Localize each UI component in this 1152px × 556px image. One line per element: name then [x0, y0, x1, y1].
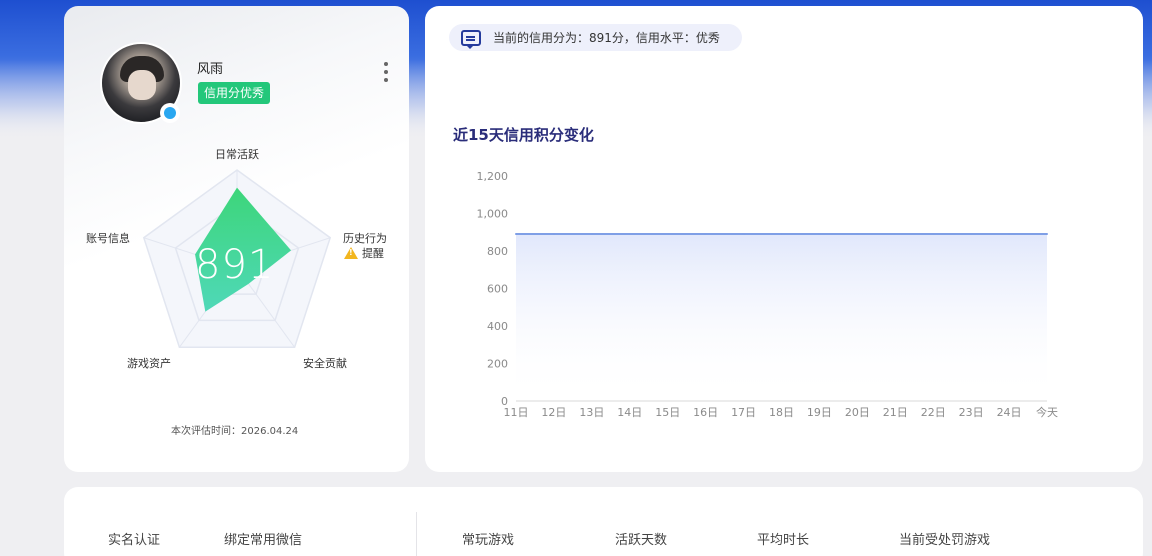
y-tick-label: 600 — [487, 283, 508, 296]
avatar-face — [128, 70, 156, 100]
data-point[interactable] — [818, 232, 821, 235]
x-tick-label: 20日 — [845, 406, 870, 419]
radar-label-account-info: 账号信息 — [86, 232, 130, 245]
credit-score: 891 — [195, 242, 275, 288]
data-point[interactable] — [704, 232, 707, 235]
evaluation-time: 本次评估时间：2026.04.24 — [171, 426, 299, 437]
x-tick-label: 17日 — [731, 406, 756, 419]
y-tick-label: 1,000 — [477, 208, 509, 221]
history-warning[interactable]: 提醒 — [344, 245, 384, 261]
x-tick-label: 24日 — [997, 406, 1022, 419]
data-point[interactable] — [1046, 232, 1048, 235]
qq-badge-icon — [160, 103, 180, 123]
radar-label-security-contribution: 安全贡献 — [303, 357, 347, 370]
data-point[interactable] — [1008, 232, 1011, 235]
data-point[interactable] — [970, 232, 973, 235]
data-point[interactable] — [666, 232, 669, 235]
stats-divider — [416, 512, 417, 556]
warning-label: 提醒 — [362, 247, 384, 260]
data-point[interactable] — [552, 232, 555, 235]
x-tick-label: 11日 — [504, 406, 529, 419]
y-tick-label: 800 — [487, 245, 508, 258]
x-tick-label: 23日 — [959, 406, 984, 419]
radar-label-daily-activity: 日常活跃 — [215, 148, 259, 161]
more-options-icon[interactable] — [380, 62, 392, 82]
x-tick-label: 19日 — [807, 406, 832, 419]
x-tick-label: 22日 — [921, 406, 946, 419]
y-tick-label: 400 — [487, 320, 508, 333]
data-point[interactable] — [515, 232, 517, 235]
data-point[interactable] — [932, 232, 935, 235]
data-point[interactable] — [628, 232, 631, 235]
y-tick-label: 1,200 — [477, 170, 509, 183]
stat-label-realname: 实名认证 — [108, 533, 161, 548]
x-tick-label: 今天 — [1036, 405, 1058, 419]
x-tick-label: 13日 — [579, 406, 604, 419]
stat-label-avg-duration: 平均时长 — [757, 533, 810, 548]
x-tick-label: 16日 — [693, 406, 718, 419]
stat-label-punished-games: 当前受处罚游戏 — [899, 533, 991, 548]
data-point[interactable] — [742, 232, 745, 235]
data-point[interactable] — [856, 232, 859, 235]
x-tick-label: 12日 — [541, 406, 566, 419]
data-point[interactable] — [590, 232, 593, 235]
x-tick-label: 15日 — [655, 406, 680, 419]
stat-label-wechat: 绑定常用微信 — [224, 533, 303, 548]
data-point[interactable] — [894, 232, 897, 235]
credit-trend-chart: 02004006008001,0001,20011日 12日 13日 14日 15日 16… — [477, 170, 1059, 419]
radar-label-game-assets: 游戏资产 — [127, 357, 171, 370]
credit-level-tag: 信用分优秀 — [198, 82, 271, 104]
x-tick-label: 14日 — [617, 406, 642, 419]
radar-label-history-behavior: 历史行为 — [343, 232, 387, 245]
series-area — [516, 233, 1047, 401]
stat-label-frequent-games: 常玩游戏 — [462, 533, 515, 548]
data-point[interactable] — [780, 232, 783, 235]
warning-icon — [344, 247, 358, 259]
x-tick-label: 18日 — [769, 406, 794, 419]
stat-label-active-days: 活跃天数 — [615, 533, 668, 548]
y-tick-label: 200 — [487, 358, 508, 371]
x-tick-label: 21日 — [883, 406, 908, 419]
username: 风雨 — [197, 62, 224, 77]
